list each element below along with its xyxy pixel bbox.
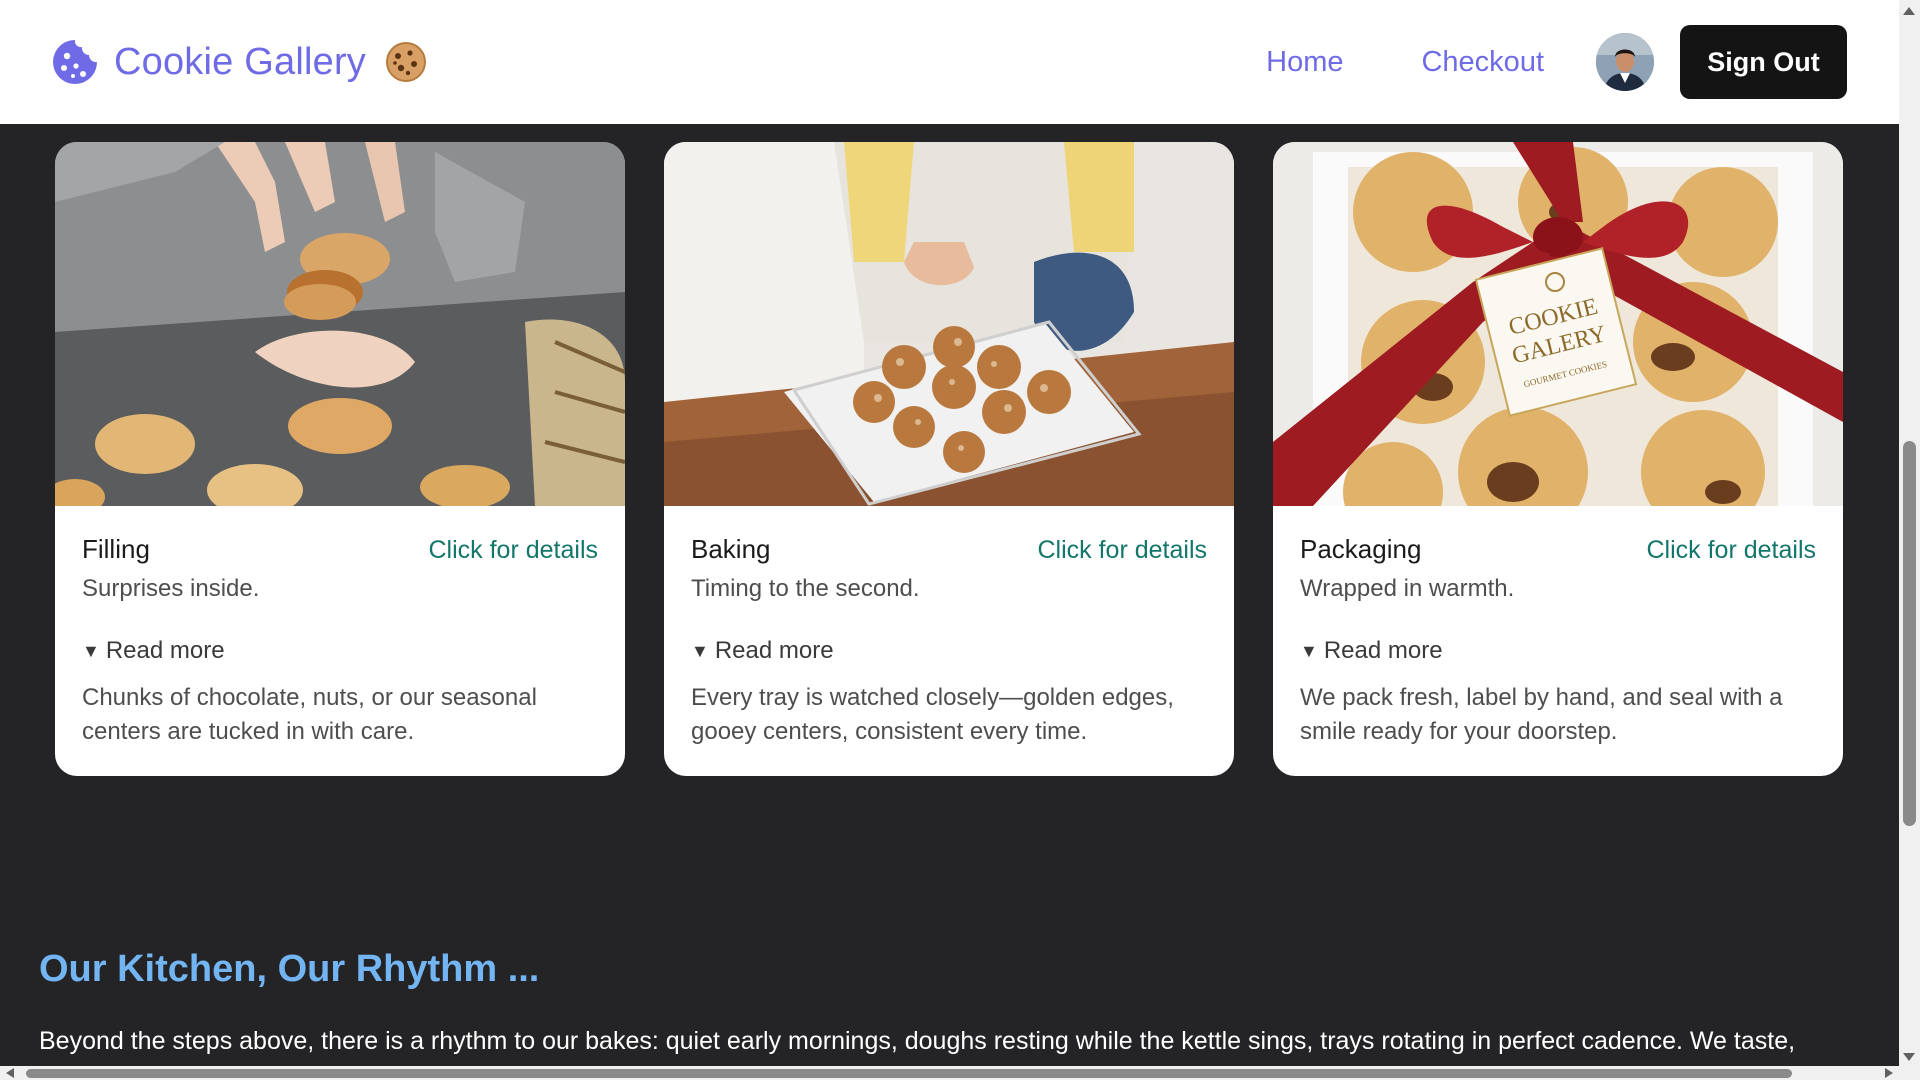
scrollbar-corner [1899, 1066, 1920, 1080]
horizontal-scrollbar[interactable] [0, 1066, 1899, 1080]
details-link[interactable]: Click for details [1647, 536, 1817, 565]
scroll-down-icon[interactable] [1903, 1053, 1915, 1061]
nav-home-link[interactable]: Home [1266, 46, 1343, 79]
avatar[interactable] [1596, 33, 1654, 91]
read-more-label: Read more [1323, 637, 1443, 664]
card-title: Packaging [1300, 534, 1422, 564]
details-link[interactable]: Click for details [1038, 536, 1208, 565]
triangle-down-icon: ▼ [1300, 640, 1318, 661]
scroll-left-icon[interactable] [6, 1068, 14, 1078]
read-more-toggle[interactable]: ▼ Read more [1300, 637, 1816, 665]
triangle-down-icon: ▼ [691, 640, 709, 661]
user-avatar-image [1596, 33, 1654, 91]
top-navbar: Cookie Gallery Home Checkout Sign Out [0, 0, 1899, 124]
card-description: Every tray is watched closely—golden edg… [691, 684, 1174, 745]
card-description: We pack fresh, label by hand, and seal w… [1300, 684, 1783, 745]
triangle-down-icon: ▼ [82, 640, 100, 661]
card-description: Chunks of chocolate, nuts, or our season… [82, 684, 537, 745]
card-subtitle: Surprises inside. [82, 575, 260, 602]
details-link[interactable]: Click for details [429, 536, 599, 565]
horizontal-scroll-thumb[interactable] [26, 1069, 1792, 1078]
read-more-toggle[interactable]: ▼ Read more [82, 637, 598, 665]
card-title: Baking [691, 534, 771, 564]
section-title: Our Kitchen, Our Rhythm ... [39, 948, 540, 990]
scroll-right-icon[interactable] [1885, 1068, 1893, 1078]
nav-checkout-link[interactable]: Checkout [1421, 46, 1544, 79]
cookie-emoji-icon [386, 42, 427, 82]
read-more-label: Read more [105, 637, 225, 664]
vertical-scrollbar[interactable] [1899, 0, 1920, 1066]
card-packaging[interactable]: COOKIE GALERY GOURMET COOKIES Packaging … [1273, 142, 1843, 776]
sign-out-button[interactable]: Sign Out [1680, 25, 1847, 99]
brand-name: Cookie Gallery [114, 40, 367, 83]
cookie-icon [53, 40, 97, 84]
card-subtitle: Wrapped in warmth. [1300, 575, 1515, 602]
brand[interactable]: Cookie Gallery [50, 37, 428, 87]
read-more-toggle[interactable]: ▼ Read more [691, 637, 1207, 665]
nav: Home Checkout Sign Out [1266, 25, 1847, 99]
card-filling[interactable]: Filling Click for details Surprises insi… [55, 142, 625, 776]
card-image-baking [664, 142, 1234, 506]
vertical-scroll-thumb[interactable] [1903, 441, 1916, 826]
card-baking[interactable]: Baking Click for details Timing to the s… [664, 142, 1234, 776]
scroll-up-icon[interactable] [1903, 7, 1915, 15]
card-image-filling [55, 142, 625, 506]
card-image-packaging: COOKIE GALERY GOURMET COOKIES [1273, 142, 1843, 506]
card-subtitle: Timing to the second. [691, 575, 920, 602]
card-title: Filling [82, 534, 150, 564]
process-cards: Filling Click for details Surprises insi… [55, 142, 1843, 776]
section-text: Beyond the steps above, there is a rhyth… [39, 1027, 1796, 1055]
read-more-label: Read more [714, 637, 834, 664]
